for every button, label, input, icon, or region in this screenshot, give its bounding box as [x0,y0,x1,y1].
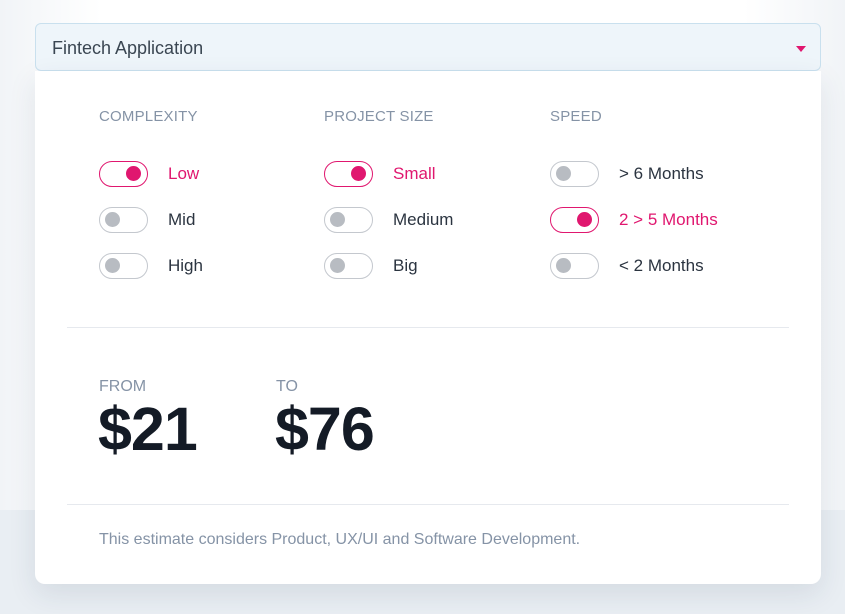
project-size-title: PROJECT SIZE [324,108,434,125]
project-size-small-toggle[interactable] [324,161,373,187]
toggle-knob [351,166,366,181]
divider-top [67,327,789,328]
speed-2-to-5-months-label: 2 > 5 Months [619,210,718,229]
complexity-high-toggle[interactable] [99,253,148,279]
caret-down-icon[interactable] [796,46,806,52]
speed-2-to-5-months-toggle[interactable] [550,207,599,233]
project-size-big-label: Big [393,256,418,275]
from-price: $21 [98,395,198,463]
project-type-value: Fintech Application [52,38,204,58]
speed-over-6-months-toggle[interactable] [550,161,599,187]
toggle-knob [330,212,345,227]
speed-over-6-months-label: > 6 Months [619,164,704,183]
complexity-mid-toggle[interactable] [99,207,148,233]
complexity-low-toggle[interactable] [99,161,148,187]
complexity-low-label: Low [168,164,200,183]
toggle-knob [126,166,141,181]
toggle-knob [556,258,571,273]
toggle-knob [577,212,592,227]
toggle-knob [105,258,120,273]
divider-bottom [67,504,789,505]
complexity-title: COMPLEXITY [99,108,198,125]
toggle-knob [330,258,345,273]
complexity-mid-label: Mid [168,210,196,229]
toggle-knob [556,166,571,181]
speed-title: SPEED [550,108,602,125]
speed-under-2-months-label: < 2 Months [619,256,704,275]
speed-under-2-months-toggle[interactable] [550,253,599,279]
estimate-note: This estimate considers Product, UX/UI a… [99,531,581,548]
project-size-big-toggle[interactable] [324,253,373,279]
toggle-knob [105,212,120,227]
project-size-medium-toggle[interactable] [324,207,373,233]
estimate-panel: COMPLEXITY Low Mid High PROJECT SIZE Sma… [35,71,821,584]
project-type-select[interactable]: Fintech Application [35,23,821,71]
project-size-medium-label: Medium [393,210,454,229]
complexity-high-label: High [168,256,203,275]
project-size-small-label: Small [393,164,436,183]
to-price: $76 [275,395,375,463]
